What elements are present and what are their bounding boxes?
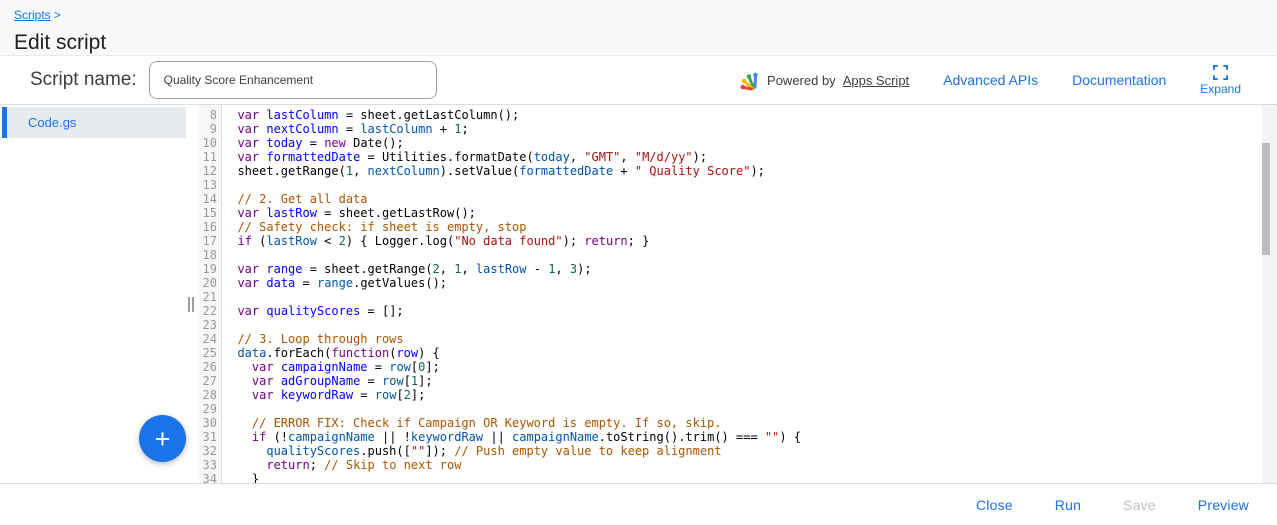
close-button[interactable]: Close: [976, 497, 1013, 513]
code-line[interactable]: [223, 402, 1277, 416]
apps-script-logo-icon: [739, 69, 760, 91]
line-number: 22: [199, 304, 217, 318]
code-line[interactable]: var range = sheet.getRange(2, 1, lastRow…: [223, 262, 1277, 276]
editor-scrollbar: [1262, 105, 1277, 483]
page-title: Edit script: [14, 31, 1277, 55]
code-line[interactable]: return; // Skip to next row: [223, 458, 1277, 472]
add-script-fab-button[interactable]: +: [139, 415, 186, 462]
breadcrumb-scripts-link[interactable]: Scripts: [14, 8, 51, 22]
code-line[interactable]: var nextColumn = lastColumn + 1;: [223, 122, 1277, 136]
line-number: 17: [199, 234, 217, 248]
code-line[interactable]: // 2. Get all data: [223, 192, 1277, 206]
line-number: 29: [199, 402, 217, 416]
footer-action-bar: Close Run Save Preview: [0, 483, 1277, 525]
powered-by-apps-script: Powered by Apps Script: [739, 69, 909, 91]
line-number: 9: [199, 122, 217, 136]
line-number: 28: [199, 388, 217, 402]
apps-script-link[interactable]: Apps Script: [843, 73, 909, 88]
line-number: 18: [199, 248, 217, 262]
code-line[interactable]: var qualityScores = [];: [223, 304, 1277, 318]
script-name-input[interactable]: [149, 61, 437, 99]
line-number: 31: [199, 430, 217, 444]
line-number: 8: [199, 108, 217, 122]
code-line[interactable]: var formattedDate = Utilities.formatDate…: [223, 150, 1277, 164]
script-toolbar: Script name: Powered by Apps Script Adva…: [0, 56, 1277, 104]
code-line[interactable]: // ERROR FIX: Check if Campaign OR Keywo…: [223, 416, 1277, 430]
code-line[interactable]: var lastRow = sheet.getLastRow();: [223, 206, 1277, 220]
code-line[interactable]: qualityScores.push([""]); // Push empty …: [223, 444, 1277, 458]
code-line[interactable]: // Safety check: if sheet is empty, stop: [223, 220, 1277, 234]
code-line[interactable]: var adGroupName = row[1];: [223, 374, 1277, 388]
code-line[interactable]: data.forEach(function(row) {: [223, 346, 1277, 360]
code-lines[interactable]: var lastColumn = sheet.getLastColumn(); …: [222, 105, 1277, 483]
line-number: 15: [199, 206, 217, 220]
header: Scripts> Edit script: [0, 0, 1277, 55]
file-name-label: Code.gs: [28, 115, 76, 130]
line-number: 24: [199, 332, 217, 346]
line-number: 30: [199, 416, 217, 430]
sidebar-resize-handle[interactable]: [188, 297, 194, 312]
line-number-gutter: 8910111213141516171819202122232425262728…: [199, 105, 222, 483]
editor-content: Code.gs 89101112131415161718192021222324…: [0, 104, 1277, 483]
code-line[interactable]: var data = range.getValues();: [223, 276, 1277, 290]
line-number: 16: [199, 220, 217, 234]
line-number: 34: [199, 472, 217, 483]
code-line[interactable]: if (!campaignName || !keywordRaw || camp…: [223, 430, 1277, 444]
script-editor-panel: Script name: Powered by Apps Script Adva…: [0, 55, 1277, 525]
code-line[interactable]: var keywordRaw = row[2];: [223, 388, 1277, 402]
line-number: 14: [199, 192, 217, 206]
code-line[interactable]: sheet.getRange(1, nextColumn).setValue(f…: [223, 164, 1277, 178]
expand-button[interactable]: Expand: [1200, 65, 1241, 96]
code-line[interactable]: [223, 248, 1277, 262]
line-number: 13: [199, 178, 217, 192]
save-button[interactable]: Save: [1123, 497, 1156, 513]
scrollbar-thumb[interactable]: [1262, 143, 1270, 255]
code-line[interactable]: [223, 290, 1277, 304]
code-line[interactable]: [223, 318, 1277, 332]
code-editor[interactable]: 8910111213141516171819202122232425262728…: [199, 105, 1277, 483]
code-line[interactable]: var today = new Date();: [223, 136, 1277, 150]
code-line[interactable]: var campaignName = row[0];: [223, 360, 1277, 374]
code-line[interactable]: }: [223, 472, 1277, 483]
line-number: 10: [199, 136, 217, 150]
line-number: 12: [199, 164, 217, 178]
line-number: 23: [199, 318, 217, 332]
line-number: 21: [199, 290, 217, 304]
documentation-link[interactable]: Documentation: [1072, 72, 1166, 88]
code-line[interactable]: if (lastRow < 2) { Logger.log("No data f…: [223, 234, 1277, 248]
line-number: 33: [199, 458, 217, 472]
powered-by-text: Powered by: [767, 73, 836, 88]
line-number: 26: [199, 360, 217, 374]
code-line[interactable]: var lastColumn = sheet.getLastColumn();: [223, 108, 1277, 122]
code-line[interactable]: // 3. Loop through rows: [223, 332, 1277, 346]
line-number: 27: [199, 374, 217, 388]
line-number: 19: [199, 262, 217, 276]
script-name-label: Script name:: [30, 69, 137, 91]
sidebar-item-code-gs[interactable]: Code.gs: [2, 107, 186, 138]
expand-fullscreen-icon: [1213, 65, 1228, 80]
preview-button[interactable]: Preview: [1198, 497, 1249, 513]
breadcrumb-chevron: >: [54, 8, 61, 22]
line-number: 11: [199, 150, 217, 164]
line-number: 20: [199, 276, 217, 290]
code-line[interactable]: [223, 178, 1277, 192]
expand-label: Expand: [1200, 82, 1241, 96]
advanced-apis-link[interactable]: Advanced APIs: [943, 72, 1038, 88]
line-number: 25: [199, 346, 217, 360]
run-button[interactable]: Run: [1055, 497, 1081, 513]
line-number: 32: [199, 444, 217, 458]
